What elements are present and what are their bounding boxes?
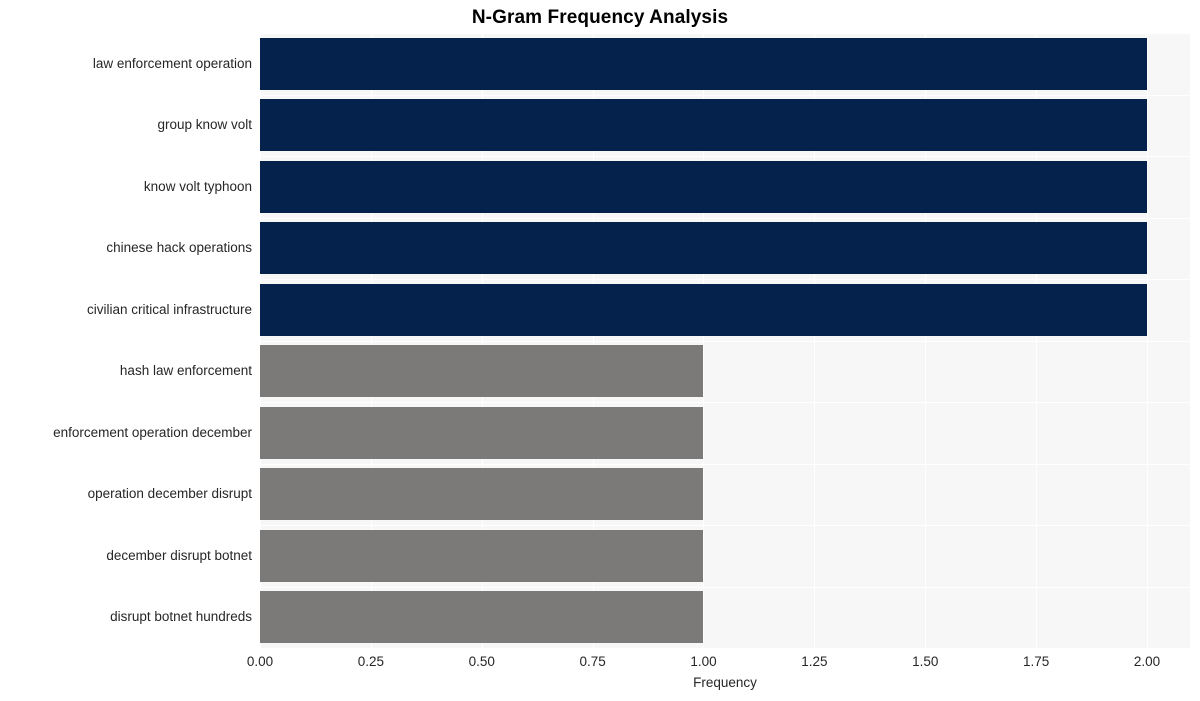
gridline-horizontal [260, 586, 1190, 588]
bar [260, 283, 1147, 336]
y-axis-tick-label: group know volt [157, 117, 252, 133]
bar [260, 160, 1147, 213]
y-axis-tick-label: chinese hack operations [106, 240, 252, 256]
chart-figure: N-Gram Frequency Analysis law enforcemen… [0, 0, 1200, 701]
bar [260, 99, 1147, 152]
y-axis-tick-label: civilian critical infrastructure [86, 301, 252, 317]
plot-area [260, 33, 1190, 648]
x-axis-tick-label: 1.75 [1022, 654, 1050, 669]
y-axis-tick-label: operation december disrupt [87, 486, 252, 502]
bar [260, 529, 704, 582]
bar [260, 591, 704, 644]
gridline-horizontal [260, 525, 1190, 526]
y-axis-tick-label: december disrupt botnet [106, 547, 252, 563]
gridline-horizontal [260, 156, 1190, 157]
x-axis-tick-label: 1.25 [801, 654, 828, 669]
x-axis-tick-label: 1.00 [690, 654, 717, 669]
y-axis-tick-label: law enforcement operation [92, 55, 252, 71]
gridline-horizontal [260, 340, 1190, 342]
gridline-horizontal [260, 94, 1190, 96]
y-axis-tick-labels: law enforcement operation group know volt… [0, 0, 252, 701]
gridline-horizontal [260, 402, 1190, 403]
x-axis-tick-labels: 0.00 0.25 0.50 0.75 1.00 1.25 1.50 1.75 2.00 [0, 653, 1200, 673]
gridline-horizontal [260, 463, 1190, 465]
bar [260, 406, 704, 459]
bar [260, 468, 704, 521]
x-axis-tick-label: 2.00 [1133, 654, 1161, 669]
x-axis-tick-label: 1.50 [912, 654, 939, 669]
gridline-horizontal [260, 217, 1190, 219]
x-axis-tick-label: 0.25 [357, 654, 384, 669]
y-axis-tick-label: hash law enforcement [119, 363, 252, 379]
bar [260, 37, 1147, 90]
x-axis-tick-label: 0.50 [468, 654, 495, 669]
x-axis-tick-label: 0.75 [579, 654, 606, 669]
x-axis-label: Frequency [693, 675, 757, 690]
bar [260, 222, 1147, 275]
bar [260, 345, 704, 398]
y-axis-tick-label: disrupt botnet hundreds [110, 609, 252, 625]
gridline-horizontal [260, 279, 1190, 280]
y-axis-tick-label: enforcement operation december [53, 424, 252, 440]
y-axis-tick-label: know volt typhoon [143, 178, 252, 194]
gridline-horizontal [260, 33, 1190, 34]
x-axis-tick-label: 0.00 [246, 654, 274, 669]
